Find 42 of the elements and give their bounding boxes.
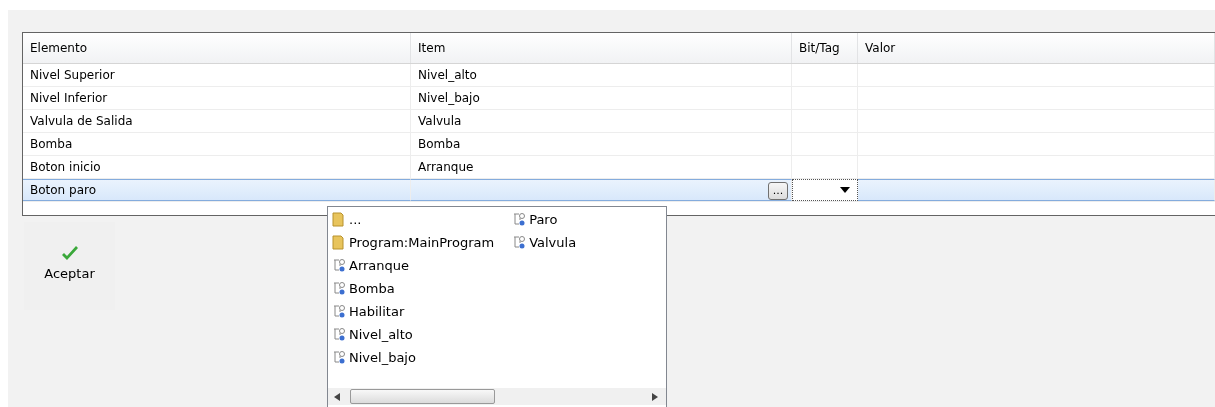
table-cell: Boton paro bbox=[23, 179, 411, 201]
table-cell: Arranque bbox=[411, 156, 792, 178]
tag-icon bbox=[512, 235, 527, 250]
list-item[interactable]: Arranque bbox=[332, 254, 495, 277]
list-item[interactable]: Nivel_bajo bbox=[332, 346, 495, 369]
horizontal-scrollbar[interactable] bbox=[328, 388, 666, 405]
table-cell: Nivel Inferior bbox=[23, 87, 411, 109]
table-cell: Bomba bbox=[411, 133, 792, 155]
table-cell: Nivel_alto bbox=[411, 64, 792, 86]
value-field[interactable] bbox=[858, 179, 1215, 201]
list-item[interactable]: Paro bbox=[512, 208, 577, 231]
bit-tag-dropdown[interactable] bbox=[792, 179, 858, 201]
table-cell: Bomba bbox=[23, 133, 411, 155]
table-cell: Nivel_bajo bbox=[411, 87, 792, 109]
tag-icon bbox=[332, 350, 346, 365]
table-cell: Nivel Superior bbox=[23, 64, 411, 86]
folder-icon bbox=[332, 235, 346, 250]
table-cell: Valvula de Salida bbox=[23, 110, 411, 132]
scroll-left-icon[interactable] bbox=[334, 392, 340, 401]
column-header[interactable]: Bit/Tag bbox=[792, 33, 858, 63]
tag-icon bbox=[332, 327, 346, 342]
list-item[interactable]: Program:MainProgram bbox=[332, 231, 495, 254]
list-item[interactable]: Valvula bbox=[512, 231, 577, 254]
scroll-right-icon[interactable] bbox=[652, 392, 658, 401]
item-field[interactable]: ... bbox=[411, 179, 792, 201]
tag-icon bbox=[332, 304, 346, 319]
table-cell: Valvula bbox=[411, 110, 792, 132]
browse-button[interactable]: ... bbox=[768, 182, 788, 200]
checkmark-icon bbox=[60, 246, 79, 262]
list-item[interactable]: ... bbox=[332, 208, 495, 231]
dropdown-arrow-icon bbox=[840, 187, 850, 193]
tag-icon bbox=[332, 258, 346, 273]
tag-icon bbox=[512, 212, 527, 227]
list-item[interactable]: Nivel_alto bbox=[332, 323, 495, 346]
table-cell: Boton inicio bbox=[23, 156, 411, 178]
tag-icon bbox=[332, 281, 346, 296]
column-header[interactable]: Item bbox=[411, 33, 792, 63]
folder-icon bbox=[332, 212, 346, 227]
column-header[interactable]: Elemento bbox=[23, 33, 411, 63]
column-header[interactable]: Valor bbox=[858, 33, 1215, 63]
list-item[interactable]: Bomba bbox=[332, 277, 495, 300]
list-item[interactable]: Habilitar bbox=[332, 300, 495, 323]
